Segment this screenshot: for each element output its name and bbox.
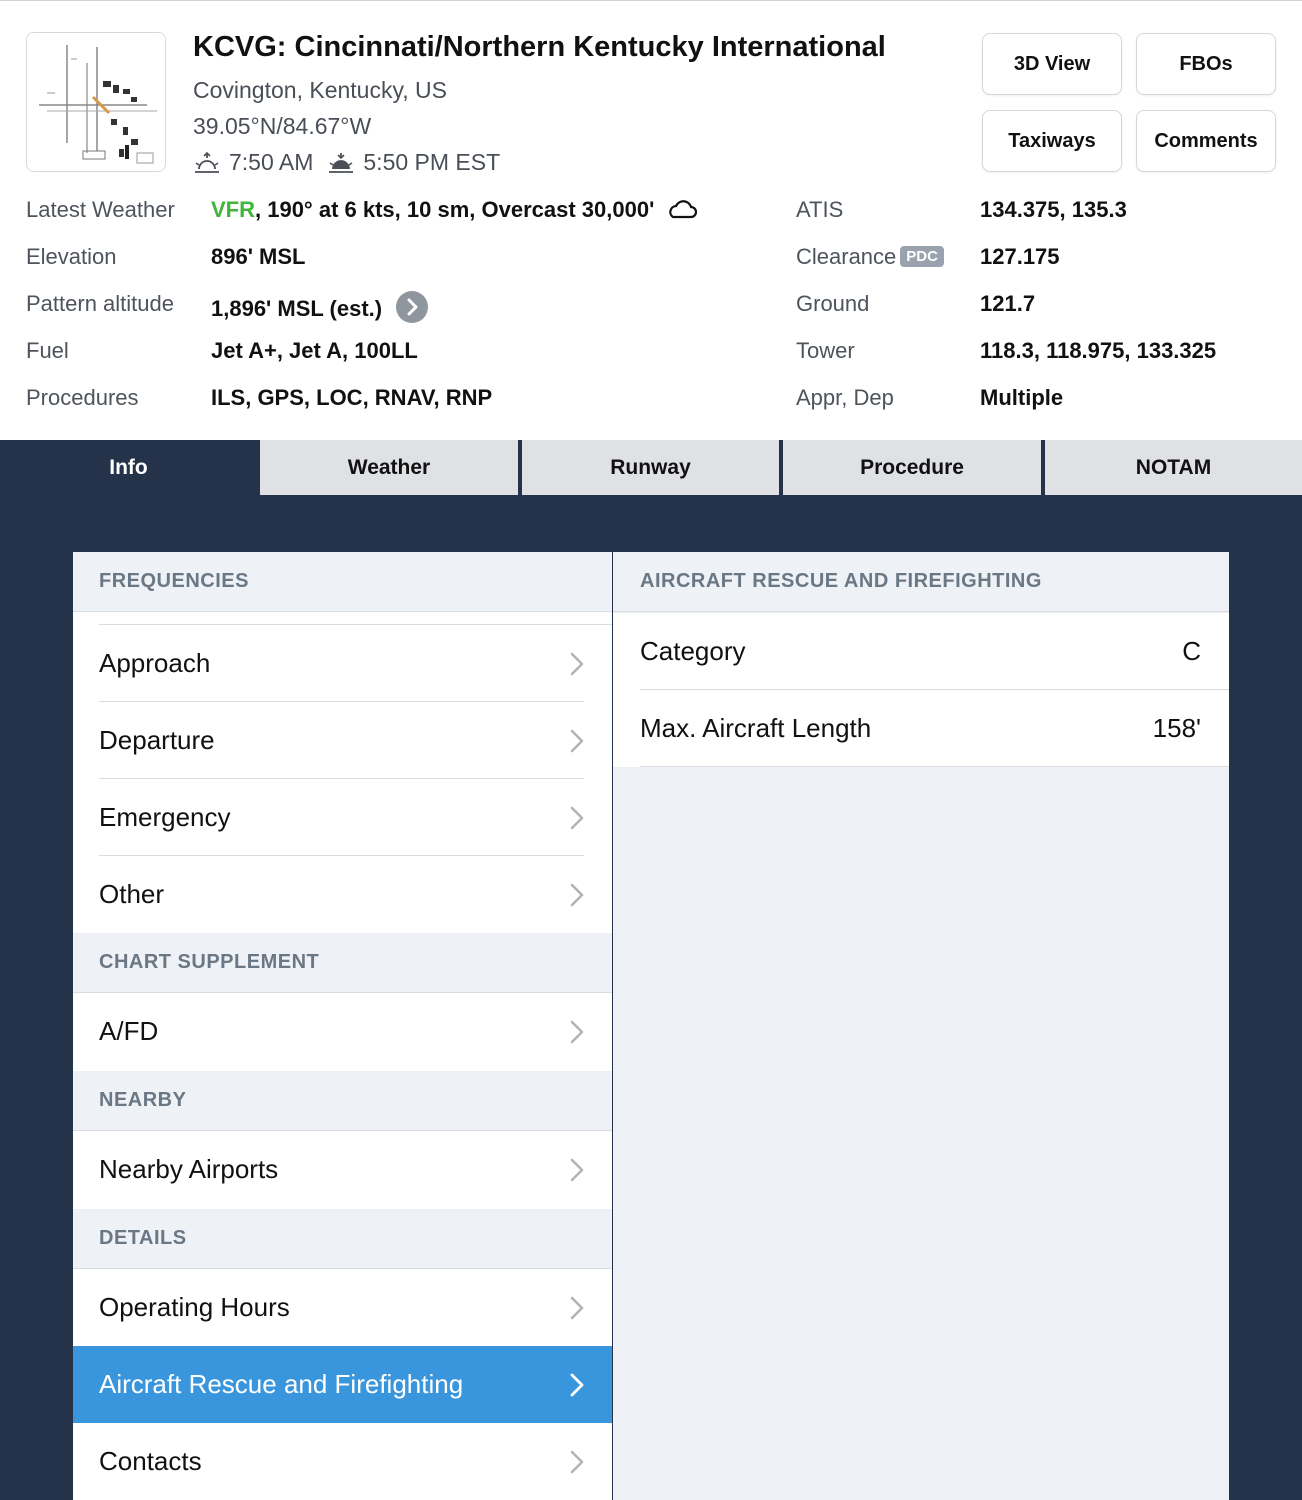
cloud-icon (669, 200, 698, 219)
3d-view-button[interactable]: 3D View (982, 33, 1122, 95)
tab-runway[interactable]: Runway (522, 440, 779, 495)
pattern-altitude-label: Pattern altitude (26, 291, 174, 316)
airport-diagram-image (27, 33, 165, 171)
list-item-nearby-airports[interactable]: Nearby Airports (73, 1131, 612, 1208)
chevron-right-icon (570, 1020, 584, 1044)
pattern-altitude-value: 1,896' MSL (est.) (211, 296, 383, 321)
pattern-altitude-row[interactable]: Pattern altitude 1,896' MSL (est.) (26, 291, 429, 323)
chevron-right-icon (570, 729, 584, 753)
airport-coordinates: 39.05°N/84.67°W (193, 113, 372, 139)
weather-label: Latest Weather (26, 197, 175, 222)
section-header-chart-supplement: CHART SUPPLEMENT (73, 933, 612, 993)
chevron-right-icon (570, 652, 584, 676)
list-item-label: Contacts (99, 1446, 202, 1476)
procedures-label: Procedures (26, 385, 139, 410)
list-item-label: Aircraft Rescue and Firefighting (99, 1369, 464, 1399)
list-item-label: Other (99, 879, 165, 909)
sunrise-time: 7:50 AM (229, 149, 314, 175)
chevron-right-icon (570, 1158, 584, 1182)
sun-times: 7:50 AM 5:50 PM EST (193, 149, 500, 176)
category-value: C (1182, 636, 1201, 666)
sunrise-icon (195, 151, 219, 173)
chevron-right-icon (407, 298, 418, 316)
list-item-aircraft-rescue-firefighting[interactable]: Aircraft Rescue and Firefighting (73, 1346, 612, 1423)
max-aircraft-length-value: 158' (1152, 713, 1201, 743)
ground-label: Ground (796, 291, 870, 316)
info-list-panel: FREQUENCIES Approach Departure Emergency… (73, 552, 612, 1500)
taxiways-button[interactable]: Taxiways (982, 110, 1122, 172)
list-item-label: Approach (99, 648, 211, 678)
list-item-approach[interactable]: Approach (73, 625, 612, 702)
list-item-label: Operating Hours (99, 1292, 290, 1322)
pattern-altitude-detail-button[interactable] (396, 291, 429, 323)
elevation-label: Elevation (26, 244, 117, 269)
fuel-row: Fuel Jet A+, Jet A, 100LL (26, 338, 418, 364)
list-item-label: Nearby Airports (99, 1154, 279, 1184)
chevron-right-icon (570, 1296, 584, 1320)
elevation-row: Elevation 896' MSL (26, 244, 306, 270)
comments-button[interactable]: Comments (1136, 110, 1276, 172)
procedures-value: ILS, GPS, LOC, RNAV, RNP (211, 385, 493, 410)
airport-header: KCVG: Cincinnati/Northern Kentucky Inter… (0, 0, 1302, 440)
max-aircraft-length-row: Max. Aircraft Length 158' (613, 690, 1229, 767)
list-item-operating-hours[interactable]: Operating Hours (73, 1269, 612, 1346)
clearance-value: 127.175 (980, 244, 1060, 269)
fbos-button[interactable]: FBOs (1136, 33, 1276, 95)
fuel-value: Jet A+, Jet A, 100LL (211, 338, 418, 363)
list-item-other[interactable]: Other (73, 856, 612, 933)
appr-dep-value: Multiple (980, 385, 1064, 410)
section-header-nearby: NEARBY (73, 1071, 612, 1131)
ground-value: 121.7 (980, 291, 1036, 316)
ground-row: Ground 121.7 (796, 291, 1035, 317)
tab-info[interactable]: Info (0, 440, 257, 495)
category-row: Category C (613, 613, 1229, 690)
chevron-right-icon (570, 1373, 584, 1397)
list-item-label: Departure (99, 725, 215, 755)
sunset-time: 5:50 PM EST (363, 149, 501, 175)
clearance-row: Clearance PDC 127.175 (796, 244, 1060, 270)
chevron-right-icon (570, 806, 584, 830)
weather-summary: , 190° at 6 kts, 10 sm, Overcast 30,000' (255, 197, 655, 222)
tower-value: 118.3, 118.975, 133.325 (980, 338, 1217, 363)
tower-label: Tower (796, 338, 855, 363)
list-item-contacts[interactable]: Contacts (73, 1423, 612, 1500)
fuel-label: Fuel (26, 338, 69, 363)
list-item-emergency[interactable]: Emergency (73, 779, 612, 856)
list-item-departure[interactable]: Departure (73, 702, 612, 779)
airport-title: KCVG: Cincinnati/Northern Kentucky Inter… (193, 31, 886, 63)
tab-notam[interactable]: NOTAM (1045, 440, 1302, 495)
flight-rule-badge: VFR (211, 197, 255, 222)
section-header-frequencies: FREQUENCIES (73, 552, 612, 612)
appr-dep-label: Appr, Dep (796, 385, 894, 410)
elevation-value: 896' MSL (211, 244, 306, 269)
appr-dep-row[interactable]: Appr, Dep Multiple (796, 385, 1063, 411)
weather-row[interactable]: Latest Weather VFR, 190° at 6 kts, 10 sm… (26, 197, 698, 223)
tab-procedure[interactable]: Procedure (783, 440, 1041, 495)
max-aircraft-length-label: Max. Aircraft Length (640, 713, 872, 743)
clearance-label: Clearance (796, 244, 897, 269)
list-spacer (73, 613, 612, 624)
list-item-label: A/FD (99, 1016, 159, 1046)
chevron-right-icon (570, 1450, 584, 1474)
list-item-label: Emergency (99, 802, 231, 832)
tab-bar: Info Weather Runway Procedure NOTAM (0, 440, 1302, 495)
airport-diagram-thumbnail[interactable] (26, 32, 166, 172)
chevron-right-icon (570, 883, 584, 907)
procedures-row: Procedures ILS, GPS, LOC, RNAV, RNP (26, 385, 492, 411)
section-header-details: DETAILS (73, 1209, 612, 1269)
atis-row: ATIS 134.375, 135.3 (796, 197, 1127, 223)
category-label: Category (640, 636, 746, 666)
airport-location: Covington, Kentucky, US (193, 77, 447, 103)
pdc-badge: PDC (900, 246, 944, 267)
sunset-icon (329, 152, 354, 173)
list-item-afd[interactable]: A/FD (73, 993, 612, 1070)
atis-value: 134.375, 135.3 (980, 197, 1127, 222)
atis-label: ATIS (796, 197, 844, 222)
detail-panel: AIRCRAFT RESCUE AND FIREFIGHTING Categor… (613, 552, 1229, 1500)
tower-row: Tower 118.3, 118.975, 133.325 (796, 338, 1216, 364)
section-header-arff: AIRCRAFT RESCUE AND FIREFIGHTING (613, 552, 1229, 612)
tab-weather[interactable]: Weather (260, 440, 518, 495)
